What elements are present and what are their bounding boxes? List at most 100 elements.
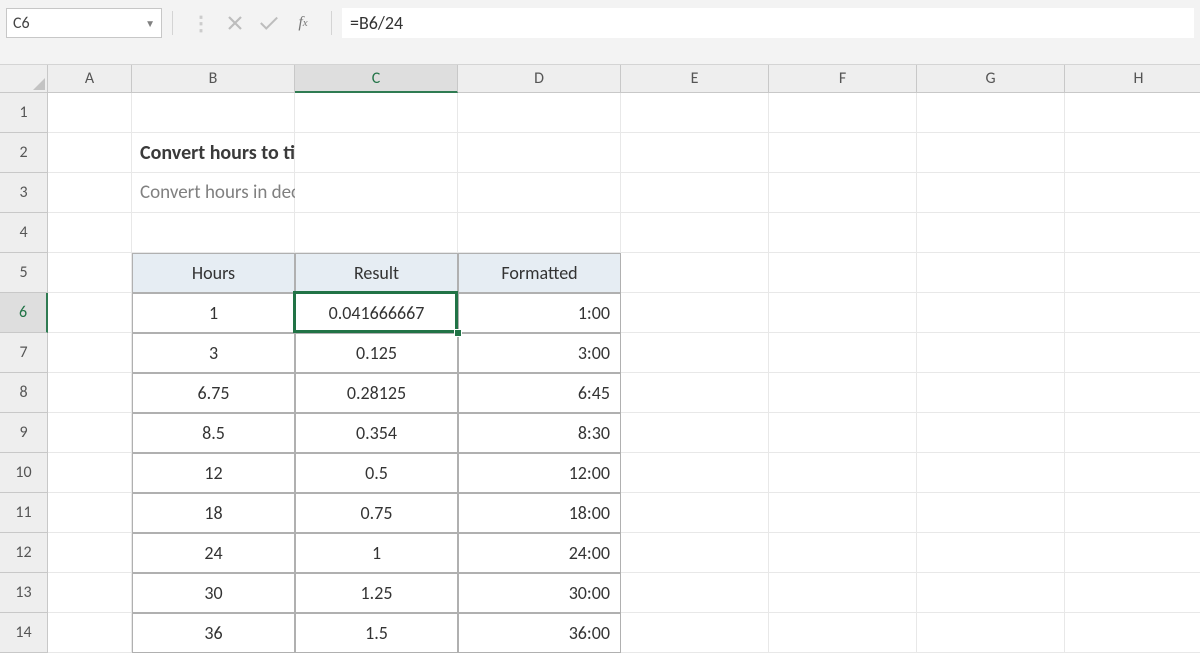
cell-g7[interactable] [917, 333, 1065, 373]
table-header-result[interactable]: Result [295, 253, 458, 293]
cell-h1[interactable] [1065, 93, 1200, 133]
cell-c3[interactable] [295, 173, 458, 213]
cell-d9[interactable]: 8:30 [458, 413, 621, 453]
row-head-9[interactable]: 9 [0, 413, 48, 453]
cell-h14[interactable] [1065, 613, 1200, 653]
cell-g13[interactable] [917, 573, 1065, 613]
cell-e4[interactable] [621, 213, 769, 253]
cell-f13[interactable] [769, 573, 917, 613]
formula-input[interactable]: =B6/24 [342, 8, 1194, 38]
cell-b12[interactable]: 24 [132, 533, 295, 573]
cell-b13[interactable]: 30 [132, 573, 295, 613]
col-head-b[interactable]: B [132, 65, 295, 93]
cell-c1[interactable] [295, 93, 458, 133]
cell-e14[interactable] [621, 613, 769, 653]
cell-b4[interactable] [132, 213, 295, 253]
cell-d12[interactable]: 24:00 [458, 533, 621, 573]
row-head-13[interactable]: 13 [0, 573, 48, 613]
cell-h12[interactable] [1065, 533, 1200, 573]
cell-f11[interactable] [769, 493, 917, 533]
cell-d6[interactable]: 1:00 [458, 293, 621, 333]
cell-f4[interactable] [769, 213, 917, 253]
name-box[interactable]: C6 ▼ [6, 8, 162, 38]
cell-d7[interactable]: 3:00 [458, 333, 621, 373]
cell-e6[interactable] [621, 293, 769, 333]
cell-d8[interactable]: 6:45 [458, 373, 621, 413]
cell-a4[interactable] [48, 213, 132, 253]
chevron-down-icon[interactable]: ▼ [145, 17, 155, 30]
row-head-1[interactable]: 1 [0, 93, 48, 133]
cell-c6[interactable]: 0.041666667 [295, 293, 458, 333]
cell-f1[interactable] [769, 93, 917, 133]
cell-c10[interactable]: 0.5 [295, 453, 458, 493]
cell-f5[interactable] [769, 253, 917, 293]
cell-h10[interactable] [1065, 453, 1200, 493]
cell-c7[interactable]: 0.125 [295, 333, 458, 373]
cell-c11[interactable]: 0.75 [295, 493, 458, 533]
cell-b3[interactable]: Convert hours in decimal format to Excel… [132, 173, 295, 213]
cell-a9[interactable] [48, 413, 132, 453]
cell-e2[interactable] [621, 133, 769, 173]
cell-e3[interactable] [621, 173, 769, 213]
cell-b1[interactable] [132, 93, 295, 133]
cell-g3[interactable] [917, 173, 1065, 213]
cell-f14[interactable] [769, 613, 917, 653]
cell-b10[interactable]: 12 [132, 453, 295, 493]
cell-c13[interactable]: 1.25 [295, 573, 458, 613]
cell-h6[interactable] [1065, 293, 1200, 333]
cell-f3[interactable] [769, 173, 917, 213]
cell-a3[interactable] [48, 173, 132, 213]
cell-g8[interactable] [917, 373, 1065, 413]
cell-d14[interactable]: 36:00 [458, 613, 621, 653]
cell-g1[interactable] [917, 93, 1065, 133]
cell-d3[interactable] [458, 173, 621, 213]
cell-b11[interactable]: 18 [132, 493, 295, 533]
cell-g11[interactable] [917, 493, 1065, 533]
cell-c2[interactable] [295, 133, 458, 173]
cell-a7[interactable] [48, 333, 132, 373]
cell-d11[interactable]: 18:00 [458, 493, 621, 533]
row-head-11[interactable]: 11 [0, 493, 48, 533]
cell-a14[interactable] [48, 613, 132, 653]
fx-icon[interactable]: fx [293, 13, 313, 33]
cell-c9[interactable]: 0.354 [295, 413, 458, 453]
cell-b8[interactable]: 6.75 [132, 373, 295, 413]
row-head-4[interactable]: 4 [0, 213, 48, 253]
row-head-8[interactable]: 8 [0, 373, 48, 413]
cell-e9[interactable] [621, 413, 769, 453]
cell-d1[interactable] [458, 93, 621, 133]
cell-g6[interactable] [917, 293, 1065, 333]
cell-h8[interactable] [1065, 373, 1200, 413]
select-all-corner[interactable] [0, 65, 48, 93]
cell-a2[interactable] [48, 133, 132, 173]
cell-g12[interactable] [917, 533, 1065, 573]
cell-f12[interactable] [769, 533, 917, 573]
cell-f8[interactable] [769, 373, 917, 413]
row-head-10[interactable]: 10 [0, 453, 48, 493]
col-head-e[interactable]: E [621, 65, 769, 93]
cell-b2[interactable]: Convert hours to time [132, 133, 295, 173]
cell-f7[interactable] [769, 333, 917, 373]
cell-e5[interactable] [621, 253, 769, 293]
cell-h11[interactable] [1065, 493, 1200, 533]
cell-e13[interactable] [621, 573, 769, 613]
cell-c14[interactable]: 1.5 [295, 613, 458, 653]
col-head-c[interactable]: C [295, 65, 458, 93]
row-head-5[interactable]: 5 [0, 253, 48, 293]
cell-g4[interactable] [917, 213, 1065, 253]
cell-b14[interactable]: 36 [132, 613, 295, 653]
cell-c8[interactable]: 0.28125 [295, 373, 458, 413]
cell-g9[interactable] [917, 413, 1065, 453]
cell-f6[interactable] [769, 293, 917, 333]
cell-a10[interactable] [48, 453, 132, 493]
cell-f10[interactable] [769, 453, 917, 493]
cell-d10[interactable]: 12:00 [458, 453, 621, 493]
row-head-7[interactable]: 7 [0, 333, 48, 373]
cell-h4[interactable] [1065, 213, 1200, 253]
cell-a11[interactable] [48, 493, 132, 533]
cell-a12[interactable] [48, 533, 132, 573]
row-head-6[interactable]: 6 [0, 293, 48, 333]
cell-a6[interactable] [48, 293, 132, 333]
col-head-f[interactable]: F [769, 65, 917, 93]
cell-e1[interactable] [621, 93, 769, 133]
